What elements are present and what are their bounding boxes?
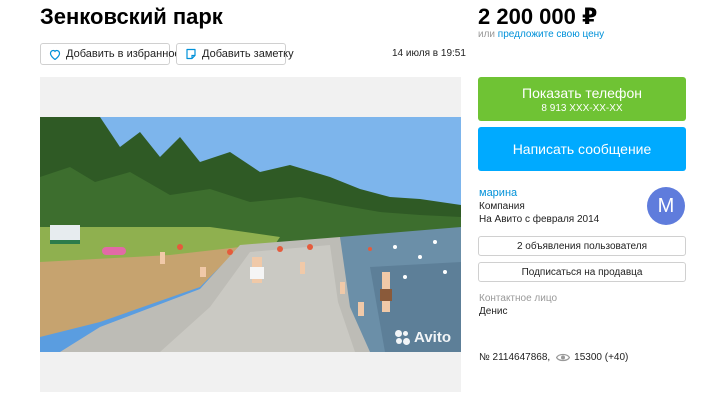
show-phone-button[interactable]: Показать телефон 8 913 XXX-XX-XX (478, 77, 686, 121)
add-to-favorites-label: Добавить в избранное (66, 48, 181, 60)
add-to-favorites-button[interactable]: Добавить в избранное (40, 43, 181, 65)
seller-since: На Авито с февраля 2014 (479, 214, 600, 225)
item-meta: № 2114647868, 15300 (+40) (479, 352, 628, 363)
note-icon (186, 48, 196, 60)
contact-person-label: Контактное лицо (479, 293, 558, 304)
price-offer: или предложите свою цену (478, 29, 604, 40)
suggest-price-link[interactable]: предложите свою цену (498, 29, 604, 40)
listing-photo[interactable]: Avito (40, 77, 461, 392)
contact-person-name: Денис (479, 306, 508, 317)
avito-watermark: Avito (395, 329, 451, 346)
item-number: № 2114647868, (479, 352, 551, 363)
eye-icon (556, 353, 571, 362)
add-note-label: Добавить заметку (202, 48, 294, 60)
write-message-button[interactable]: Написать сообщение (478, 127, 686, 171)
show-phone-label: Показать телефон (522, 84, 642, 101)
listing-price: 2 200 000 ₽ (478, 4, 598, 29)
seller-name-link[interactable]: марина (479, 187, 517, 199)
user-listings-button[interactable]: 2 объявления пользователя (478, 236, 686, 256)
seller-avatar[interactable]: М (647, 187, 685, 225)
masked-phone: 8 913 XXX-XX-XX (541, 102, 623, 114)
seller-type: Компания (479, 201, 525, 212)
add-note-button[interactable]: Добавить заметку (176, 43, 294, 65)
listing-title: Зенковский парк (40, 4, 223, 29)
listing-date: 14 июля в 19:51 (392, 48, 466, 59)
heart-icon (49, 49, 61, 60)
views-count: 15300 (+40) (574, 352, 629, 363)
subscribe-seller-button[interactable]: Подписаться на продавца (478, 262, 686, 282)
price-offer-prefix: или (478, 29, 496, 40)
avito-logo-icon (395, 329, 411, 346)
avito-watermark-text: Avito (414, 329, 451, 346)
